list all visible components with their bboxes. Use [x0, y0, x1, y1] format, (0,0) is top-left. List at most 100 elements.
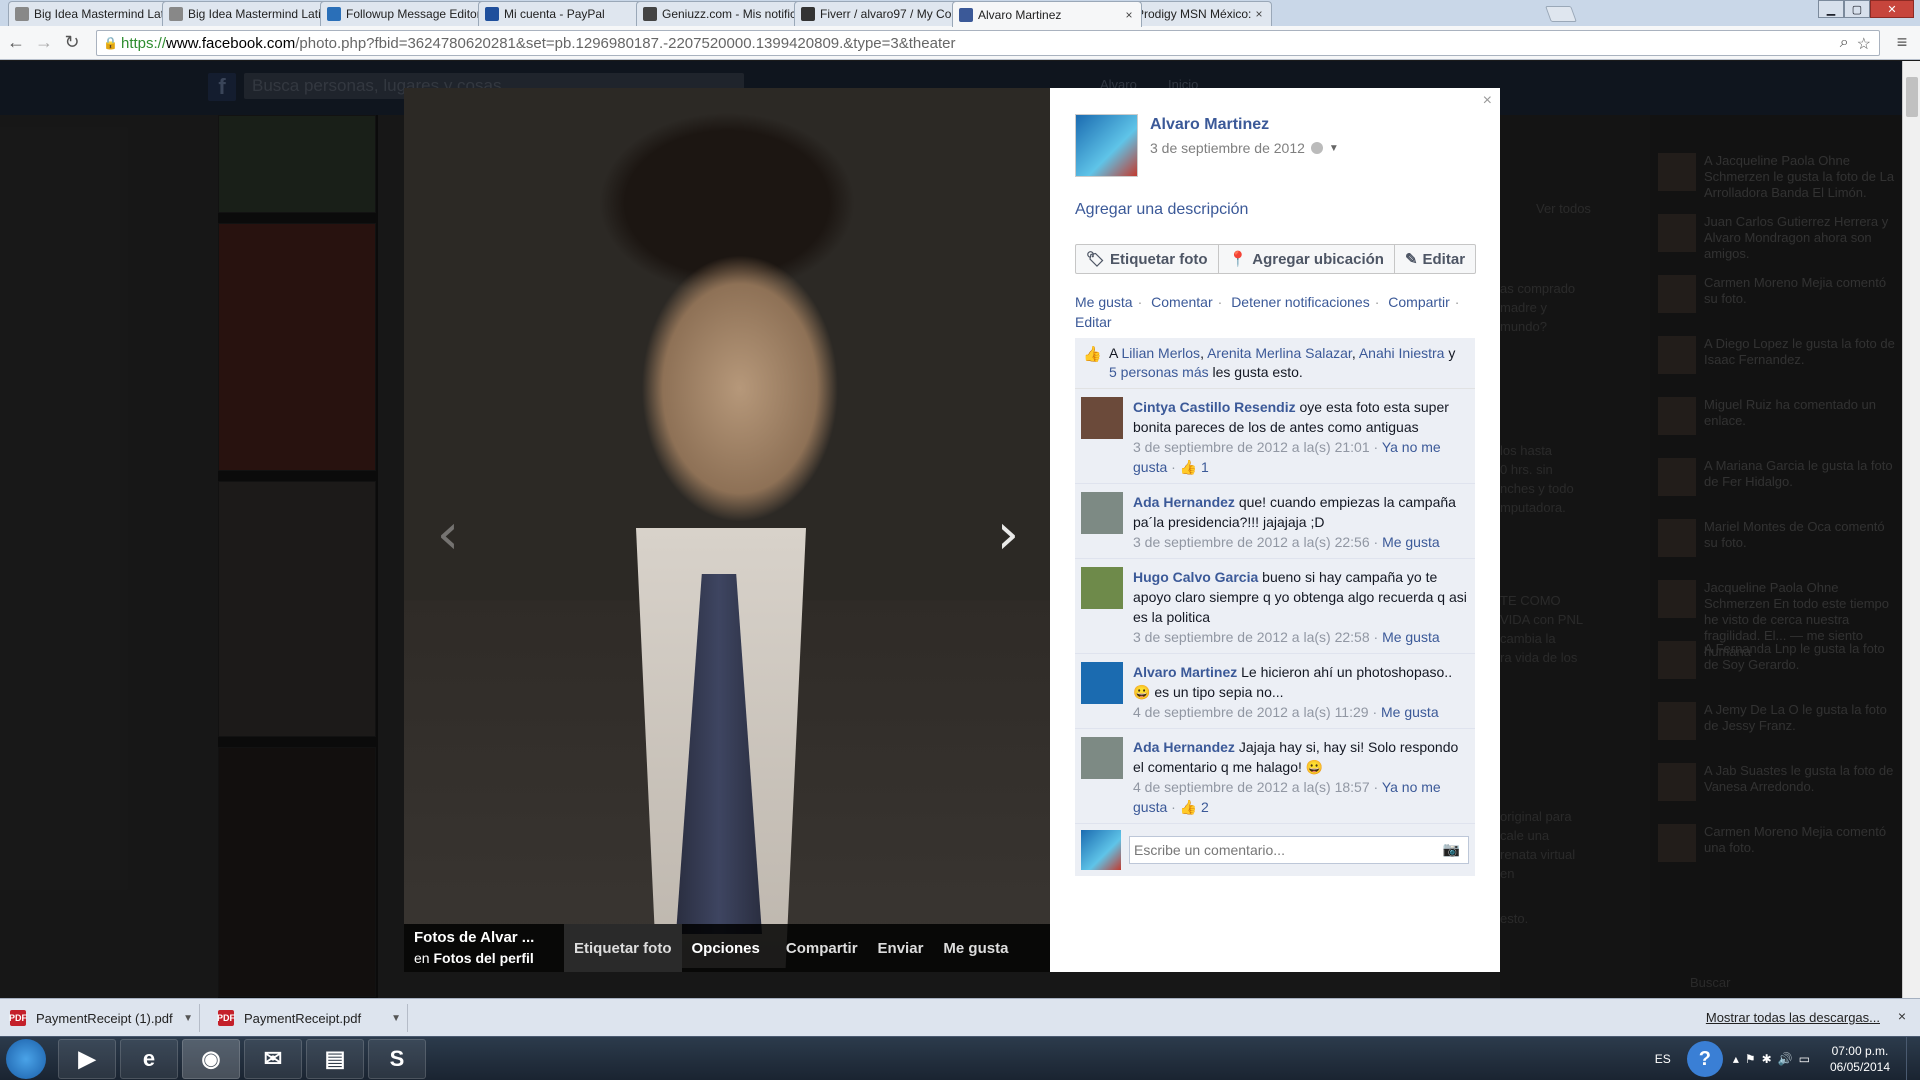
page-scrollbar[interactable]: [1902, 61, 1920, 998]
tray-icons[interactable]: ▴⚑✱🔊▭: [1733, 1052, 1816, 1066]
comment-like-link[interactable]: Me gusta: [1381, 704, 1439, 720]
pdf-icon: PDF: [9, 1010, 27, 1026]
tag-photo-panel-button[interactable]: 🏷 Etiquetar foto: [1076, 245, 1219, 273]
chevron-down-icon[interactable]: ▼: [1329, 143, 1339, 154]
commenter-avatar[interactable]: [1081, 492, 1123, 534]
action-like[interactable]: Me gusta: [1075, 294, 1133, 310]
language-indicator[interactable]: ES: [1655, 1052, 1671, 1066]
comment-like-count[interactable]: 👍 2: [1180, 799, 1209, 815]
liker-link[interactable]: Lilian Merlos: [1121, 345, 1200, 361]
album-prefix: en: [414, 950, 430, 966]
liker-link[interactable]: Anahi Iniestra: [1359, 345, 1445, 361]
windows-taskbar: ▶ e ◉ ✉ ▤ S ES ? ▴⚑✱🔊▭ 07:00 p.m. 06/05/…: [0, 1036, 1920, 1080]
chrome-icon[interactable]: ◉: [182, 1039, 240, 1079]
owner-avatar[interactable]: [1075, 114, 1138, 177]
chevron-down-icon[interactable]: ▼: [391, 1013, 401, 1024]
commenter-avatar[interactable]: [1081, 662, 1123, 704]
comment-author-link[interactable]: Ada Hernandez: [1133, 739, 1235, 755]
commenter-avatar[interactable]: [1081, 397, 1123, 439]
action-edit[interactable]: Editar: [1075, 314, 1112, 330]
comment-input[interactable]: Escribe un comentario... 📷: [1129, 836, 1469, 864]
thumbs-up-icon: 👍: [1083, 346, 1102, 363]
comment-author-link[interactable]: Hugo Calvo Garcia: [1133, 569, 1258, 585]
chrome-menu-icon[interactable]: ≡: [1890, 31, 1914, 55]
comment-like-count[interactable]: 👍 1: [1180, 459, 1209, 475]
tab-close-icon[interactable]: ×: [1253, 7, 1265, 21]
share-button[interactable]: Compartir: [776, 924, 868, 972]
explorer-icon[interactable]: ▤: [306, 1039, 364, 1079]
show-desktop-button[interactable]: [1906, 1037, 1920, 1080]
clock[interactable]: 07:00 p.m. 06/05/2014: [1830, 1043, 1890, 1075]
internet-explorer-icon[interactable]: e: [120, 1039, 178, 1079]
comment-author-link[interactable]: Alvaro Martinez: [1133, 664, 1237, 680]
outlook-icon[interactable]: ✉: [244, 1039, 302, 1079]
commenter-avatar[interactable]: [1081, 737, 1123, 779]
close-icon[interactable]: ×: [1483, 92, 1492, 110]
add-description-link[interactable]: Agregar una descripción: [1075, 201, 1248, 219]
tab-title: Geniuzz.com - Mis notific: [662, 7, 797, 21]
tab-close-icon[interactable]: ×: [1123, 8, 1135, 22]
close-downloads-icon[interactable]: ×: [1898, 1008, 1906, 1024]
comment-timestamp[interactable]: 4 de septiembre de 2012 a la(s) 18:57: [1133, 779, 1370, 795]
options-button[interactable]: Opciones: [682, 924, 770, 972]
photo-button-group: 🏷 Etiquetar foto 📍 Agregar ubicación ✎ Edit…: [1075, 244, 1477, 274]
action-stop-notifications[interactable]: Detener notificaciones: [1231, 294, 1370, 310]
commenter-avatar[interactable]: [1081, 567, 1123, 609]
photo-date[interactable]: 3 de septiembre de 2012: [1150, 140, 1305, 156]
zoom-icon[interactable]: ⌕: [1840, 34, 1849, 54]
comment-author-link[interactable]: Cintya Castillo Resendiz: [1133, 399, 1296, 415]
photo-actions: Me gusta · Comentar · Detener notificacion…: [1075, 294, 1460, 330]
window-close-button[interactable]: ✕: [1870, 0, 1914, 18]
add-location-button[interactable]: 📍 Agregar ubicación: [1219, 245, 1395, 273]
download-item[interactable]: PDF PaymentReceipt.pdf ▼: [208, 1004, 408, 1032]
comment: Ada Hernandez Jajaja hay si, hay si! Sol…: [1075, 729, 1475, 824]
edit-button[interactable]: ✎ Editar: [1395, 245, 1475, 273]
comments-section: 👍 A Lilian Merlos, Arenita Merlina Salaz…: [1075, 338, 1475, 876]
tag-photo-button[interactable]: Etiquetar foto: [564, 924, 682, 972]
skype-icon[interactable]: S: [368, 1039, 426, 1079]
reload-icon[interactable]: ↻: [60, 31, 84, 55]
liker-link[interactable]: Arenita Merlina Salazar: [1207, 345, 1352, 361]
download-item[interactable]: PDF PaymentReceipt (1).pdf ▼: [0, 1004, 200, 1032]
globe-icon[interactable]: [1310, 142, 1323, 154]
profile-photo[interactable]: [404, 88, 1050, 972]
chevron-down-icon[interactable]: ▼: [183, 1013, 193, 1024]
browser-tab[interactable]: Alvaro Martinez ×: [952, 1, 1142, 27]
comment-like-link[interactable]: Me gusta: [1382, 534, 1440, 550]
photo-info-panel: × Alvaro Martinez 3 de septiembre de 201…: [1050, 88, 1500, 972]
album-name-link[interactable]: Fotos del perfil: [433, 950, 533, 966]
address-bar[interactable]: 🔒 https:// www.facebook.com /photo.php?f…: [96, 30, 1880, 56]
next-photo-arrow-icon[interactable]: ›: [988, 502, 1028, 567]
show-all-downloads-link[interactable]: Mostrar todas las descargas...: [1706, 1010, 1880, 1025]
comment-timestamp[interactable]: 3 de septiembre de 2012 a la(s) 22:58: [1133, 629, 1370, 645]
owner-name-link[interactable]: Alvaro Martinez: [1150, 116, 1339, 134]
send-button[interactable]: Enviar: [868, 924, 934, 972]
forward-arrow-icon[interactable]: →: [32, 31, 56, 55]
comment-timestamp[interactable]: 3 de septiembre de 2012 a la(s) 22:56: [1133, 534, 1370, 550]
comment-timestamp[interactable]: 4 de septiembre de 2012 a la(s) 11:29: [1133, 704, 1369, 720]
new-tab-button[interactable]: [1545, 6, 1577, 22]
bookmark-star-icon[interactable]: ☆: [1857, 34, 1871, 54]
back-arrow-icon[interactable]: ←: [4, 31, 28, 55]
minimize-button[interactable]: ▁: [1818, 0, 1844, 18]
comment-author-link[interactable]: Ada Hernandez: [1133, 494, 1235, 510]
camera-icon[interactable]: 📷: [1443, 841, 1460, 858]
album-title-link[interactable]: Fotos de Alvar ...: [414, 928, 564, 948]
action-share[interactable]: Compartir: [1388, 294, 1449, 310]
comment-timestamp[interactable]: 3 de septiembre de 2012 a la(s) 21:01: [1133, 439, 1370, 455]
start-button[interactable]: [6, 1039, 46, 1079]
action-comment[interactable]: Comentar: [1151, 294, 1212, 310]
like-button[interactable]: Me gusta: [933, 924, 1018, 972]
previous-photo-arrow-icon[interactable]: ‹: [428, 502, 468, 567]
browser-toolbar: ← → ↻ 🔒 https:// www.facebook.com /photo…: [0, 26, 1920, 60]
media-player-icon[interactable]: ▶: [58, 1039, 116, 1079]
maximize-button[interactable]: ▢: [1844, 0, 1870, 18]
location-pin-icon: 📍: [1228, 251, 1248, 268]
paypal-icon: [485, 7, 499, 21]
album-info: Fotos de Alvar ... en Fotos del perfil: [404, 928, 564, 968]
more-likers-link[interactable]: 5 personas más: [1109, 364, 1209, 380]
tab-title: Prodigy MSN México: Not: [1136, 7, 1253, 21]
comment-like-link[interactable]: Me gusta: [1382, 629, 1440, 645]
fiverr-icon: [801, 7, 815, 21]
help-icon[interactable]: ?: [1686, 1041, 1723, 1077]
